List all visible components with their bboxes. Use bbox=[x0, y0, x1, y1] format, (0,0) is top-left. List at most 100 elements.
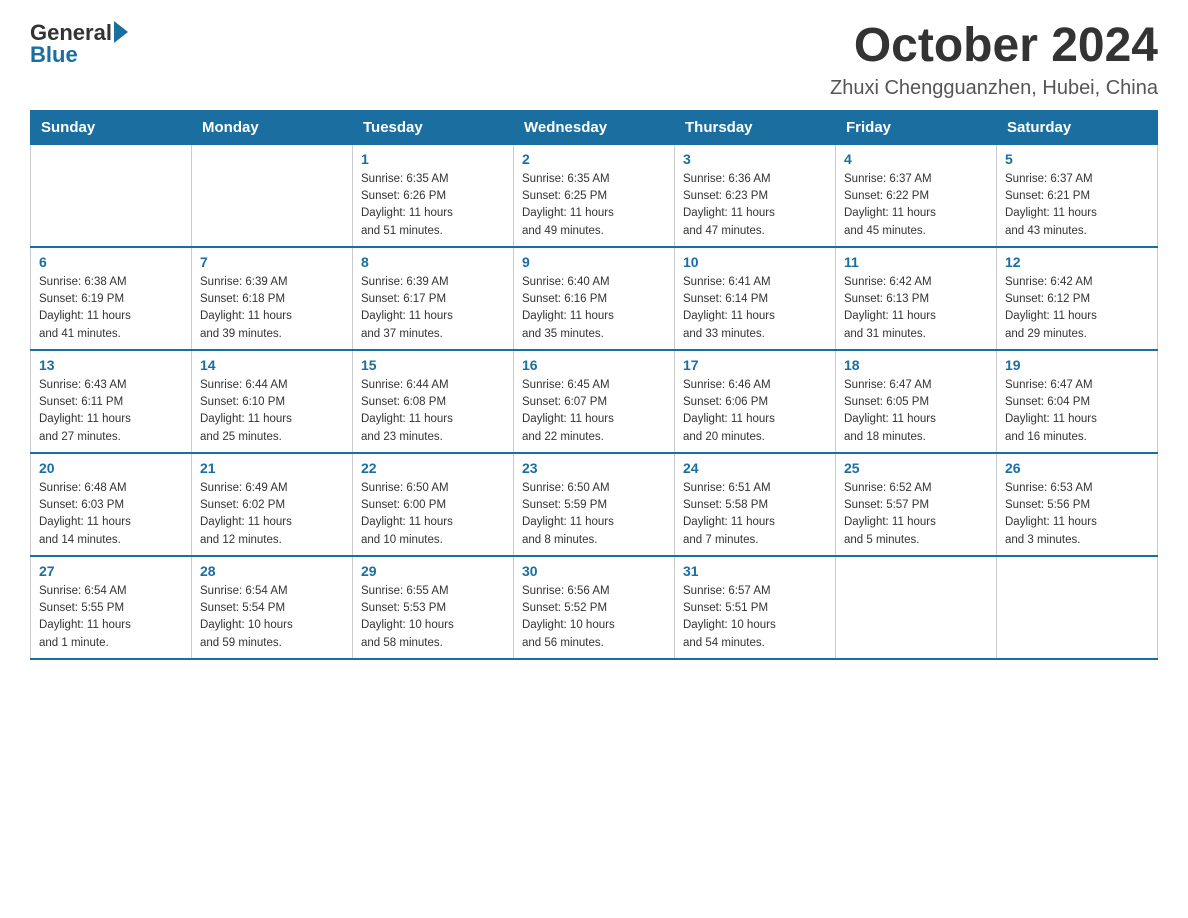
day-cell-28: 28 Sunrise: 6:54 AM Sunset: 5:54 PM Dayli… bbox=[192, 556, 353, 659]
day-cell-13: 13Sunrise: 6:43 AM Sunset: 6:11 PM Dayli… bbox=[31, 350, 192, 453]
day-number-27: 27 bbox=[39, 563, 183, 579]
day-number-30: 30 bbox=[522, 563, 666, 579]
header-sunday: Sunday bbox=[31, 110, 192, 144]
day-number-22: 22 bbox=[361, 460, 505, 476]
day-cell-14: 14Sunrise: 6:44 AM Sunset: 6:10 PM Dayli… bbox=[192, 350, 353, 453]
day-number-15: 15 bbox=[361, 357, 505, 373]
day-cell-11: 11 Sunrise: 6:42 AM Sunset: 6:13 PM Dayli… bbox=[836, 247, 997, 350]
day-info-5: Sunrise: 6:37 AM Sunset: 6:21 PM Dayligh… bbox=[1005, 171, 1149, 240]
day-number-4: 4 bbox=[844, 151, 988, 167]
day-info-26: Sunrise: 6:53 AM Sunset: 5:56 PM Dayligh… bbox=[1005, 480, 1149, 549]
day-info-14: Sunrise: 6:44 AM Sunset: 6:10 PM Dayligh… bbox=[200, 377, 344, 446]
day-number-18: 18 bbox=[844, 357, 988, 373]
day-info-22: Sunrise: 6:50 AM Sunset: 6:00 PM Dayligh… bbox=[361, 480, 505, 549]
day-number-11: 11 bbox=[844, 254, 988, 270]
day-cell-29: 29 Sunrise: 6:55 AM Sunset: 5:53 PM Dayli… bbox=[353, 556, 514, 659]
header-tuesday: Tuesday bbox=[353, 110, 514, 144]
day-info-2: Sunrise: 6:35 AM Sunset: 6:25 PM Dayligh… bbox=[522, 171, 666, 240]
day-number-9: 9 bbox=[522, 254, 666, 270]
day-cell-16: 16 Sunrise: 6:45 AM Sunset: 6:07 PM Dayli… bbox=[514, 350, 675, 453]
day-cell-9: 9 Sunrise: 6:40 AM Sunset: 6:16 PM Daylig… bbox=[514, 247, 675, 350]
day-number-24: 24 bbox=[683, 460, 827, 476]
day-info-1: Sunrise: 6:35 AM Sunset: 6:26 PM Dayligh… bbox=[361, 171, 505, 240]
header-wednesday: Wednesday bbox=[514, 110, 675, 144]
day-cell-22: 22 Sunrise: 6:50 AM Sunset: 6:00 PM Dayli… bbox=[353, 453, 514, 556]
week-row-5: 27Sunrise: 6:54 AM Sunset: 5:55 PM Dayli… bbox=[31, 556, 1158, 659]
day-cell-25: 25 Sunrise: 6:52 AM Sunset: 5:57 PM Dayli… bbox=[836, 453, 997, 556]
day-number-29: 29 bbox=[361, 563, 505, 579]
week-row-4: 20 Sunrise: 6:48 AM Sunset: 6:03 PM Dayli… bbox=[31, 453, 1158, 556]
day-number-16: 16 bbox=[522, 357, 666, 373]
header-friday: Friday bbox=[836, 110, 997, 144]
day-number-13: 13 bbox=[39, 357, 183, 373]
day-info-6: Sunrise: 6:38 AM Sunset: 6:19 PM Dayligh… bbox=[39, 274, 183, 343]
header-monday: Monday bbox=[192, 110, 353, 144]
day-number-10: 10 bbox=[683, 254, 827, 270]
day-info-10: Sunrise: 6:41 AM Sunset: 6:14 PM Dayligh… bbox=[683, 274, 827, 343]
day-cell-15: 15 Sunrise: 6:44 AM Sunset: 6:08 PM Dayli… bbox=[353, 350, 514, 453]
day-cell-6: 6 Sunrise: 6:38 AM Sunset: 6:19 PM Daylig… bbox=[31, 247, 192, 350]
day-cell-20: 20 Sunrise: 6:48 AM Sunset: 6:03 PM Dayli… bbox=[31, 453, 192, 556]
week-row-2: 6 Sunrise: 6:38 AM Sunset: 6:19 PM Daylig… bbox=[31, 247, 1158, 350]
header-thursday: Thursday bbox=[675, 110, 836, 144]
calendar-table: SundayMondayTuesdayWednesdayThursdayFrid… bbox=[30, 110, 1158, 660]
empty-cell bbox=[836, 556, 997, 659]
day-info-25: Sunrise: 6:52 AM Sunset: 5:57 PM Dayligh… bbox=[844, 480, 988, 549]
day-info-30: Sunrise: 6:56 AM Sunset: 5:52 PM Dayligh… bbox=[522, 583, 666, 652]
day-info-19: Sunrise: 6:47 AM Sunset: 6:04 PM Dayligh… bbox=[1005, 377, 1149, 446]
day-info-23: Sunrise: 6:50 AM Sunset: 5:59 PM Dayligh… bbox=[522, 480, 666, 549]
day-number-7: 7 bbox=[200, 254, 344, 270]
day-number-25: 25 bbox=[844, 460, 988, 476]
day-number-6: 6 bbox=[39, 254, 183, 270]
day-number-12: 12 bbox=[1005, 254, 1149, 270]
day-info-24: Sunrise: 6:51 AM Sunset: 5:58 PM Dayligh… bbox=[683, 480, 827, 549]
day-cell-1: 1 Sunrise: 6:35 AM Sunset: 6:26 PM Daylig… bbox=[353, 144, 514, 247]
day-info-9: Sunrise: 6:40 AM Sunset: 6:16 PM Dayligh… bbox=[522, 274, 666, 343]
day-info-21: Sunrise: 6:49 AM Sunset: 6:02 PM Dayligh… bbox=[200, 480, 344, 549]
day-cell-31: 31Sunrise: 6:57 AM Sunset: 5:51 PM Dayli… bbox=[675, 556, 836, 659]
day-info-7: Sunrise: 6:39 AM Sunset: 6:18 PM Dayligh… bbox=[200, 274, 344, 343]
day-info-20: Sunrise: 6:48 AM Sunset: 6:03 PM Dayligh… bbox=[39, 480, 183, 549]
day-info-28: Sunrise: 6:54 AM Sunset: 5:54 PM Dayligh… bbox=[200, 583, 344, 652]
day-number-19: 19 bbox=[1005, 357, 1149, 373]
day-cell-8: 8Sunrise: 6:39 AM Sunset: 6:17 PM Daylig… bbox=[353, 247, 514, 350]
day-cell-2: 2Sunrise: 6:35 AM Sunset: 6:25 PM Daylig… bbox=[514, 144, 675, 247]
logo: General Blue bbox=[30, 20, 128, 68]
day-info-4: Sunrise: 6:37 AM Sunset: 6:22 PM Dayligh… bbox=[844, 171, 988, 240]
day-cell-3: 3Sunrise: 6:36 AM Sunset: 6:23 PM Daylig… bbox=[675, 144, 836, 247]
day-cell-12: 12Sunrise: 6:42 AM Sunset: 6:12 PM Dayli… bbox=[997, 247, 1158, 350]
empty-cell bbox=[997, 556, 1158, 659]
day-number-20: 20 bbox=[39, 460, 183, 476]
day-cell-26: 26 Sunrise: 6:53 AM Sunset: 5:56 PM Dayli… bbox=[997, 453, 1158, 556]
day-number-3: 3 bbox=[683, 151, 827, 167]
logo-blue-text: Blue bbox=[30, 42, 78, 68]
location-subtitle: Zhuxi Chengguanzhen, Hubei, China bbox=[830, 77, 1158, 100]
day-cell-5: 5Sunrise: 6:37 AM Sunset: 6:21 PM Daylig… bbox=[997, 144, 1158, 247]
day-cell-27: 27Sunrise: 6:54 AM Sunset: 5:55 PM Dayli… bbox=[31, 556, 192, 659]
day-info-16: Sunrise: 6:45 AM Sunset: 6:07 PM Dayligh… bbox=[522, 377, 666, 446]
calendar-header-row: SundayMondayTuesdayWednesdayThursdayFrid… bbox=[31, 110, 1158, 144]
day-cell-10: 10 Sunrise: 6:41 AM Sunset: 6:14 PM Dayli… bbox=[675, 247, 836, 350]
day-info-29: Sunrise: 6:55 AM Sunset: 5:53 PM Dayligh… bbox=[361, 583, 505, 652]
day-cell-19: 19 Sunrise: 6:47 AM Sunset: 6:04 PM Dayli… bbox=[997, 350, 1158, 453]
day-number-28: 28 bbox=[200, 563, 344, 579]
day-number-1: 1 bbox=[361, 151, 505, 167]
week-row-1: 1 Sunrise: 6:35 AM Sunset: 6:26 PM Daylig… bbox=[31, 144, 1158, 247]
day-number-26: 26 bbox=[1005, 460, 1149, 476]
day-cell-21: 21Sunrise: 6:49 AM Sunset: 6:02 PM Dayli… bbox=[192, 453, 353, 556]
page-header: General Blue October 2024 Zhuxi Chenggua… bbox=[30, 20, 1158, 100]
logo-chevron-icon bbox=[114, 21, 128, 43]
day-info-18: Sunrise: 6:47 AM Sunset: 6:05 PM Dayligh… bbox=[844, 377, 988, 446]
day-number-23: 23 bbox=[522, 460, 666, 476]
empty-cell bbox=[192, 144, 353, 247]
month-title: October 2024 bbox=[830, 20, 1158, 73]
day-info-15: Sunrise: 6:44 AM Sunset: 6:08 PM Dayligh… bbox=[361, 377, 505, 446]
day-info-11: Sunrise: 6:42 AM Sunset: 6:13 PM Dayligh… bbox=[844, 274, 988, 343]
day-cell-7: 7 Sunrise: 6:39 AM Sunset: 6:18 PM Daylig… bbox=[192, 247, 353, 350]
day-info-8: Sunrise: 6:39 AM Sunset: 6:17 PM Dayligh… bbox=[361, 274, 505, 343]
day-cell-23: 23 Sunrise: 6:50 AM Sunset: 5:59 PM Dayli… bbox=[514, 453, 675, 556]
title-section: October 2024 Zhuxi Chengguanzhen, Hubei,… bbox=[830, 20, 1158, 100]
day-cell-18: 18 Sunrise: 6:47 AM Sunset: 6:05 PM Dayli… bbox=[836, 350, 997, 453]
header-saturday: Saturday bbox=[997, 110, 1158, 144]
day-info-17: Sunrise: 6:46 AM Sunset: 6:06 PM Dayligh… bbox=[683, 377, 827, 446]
